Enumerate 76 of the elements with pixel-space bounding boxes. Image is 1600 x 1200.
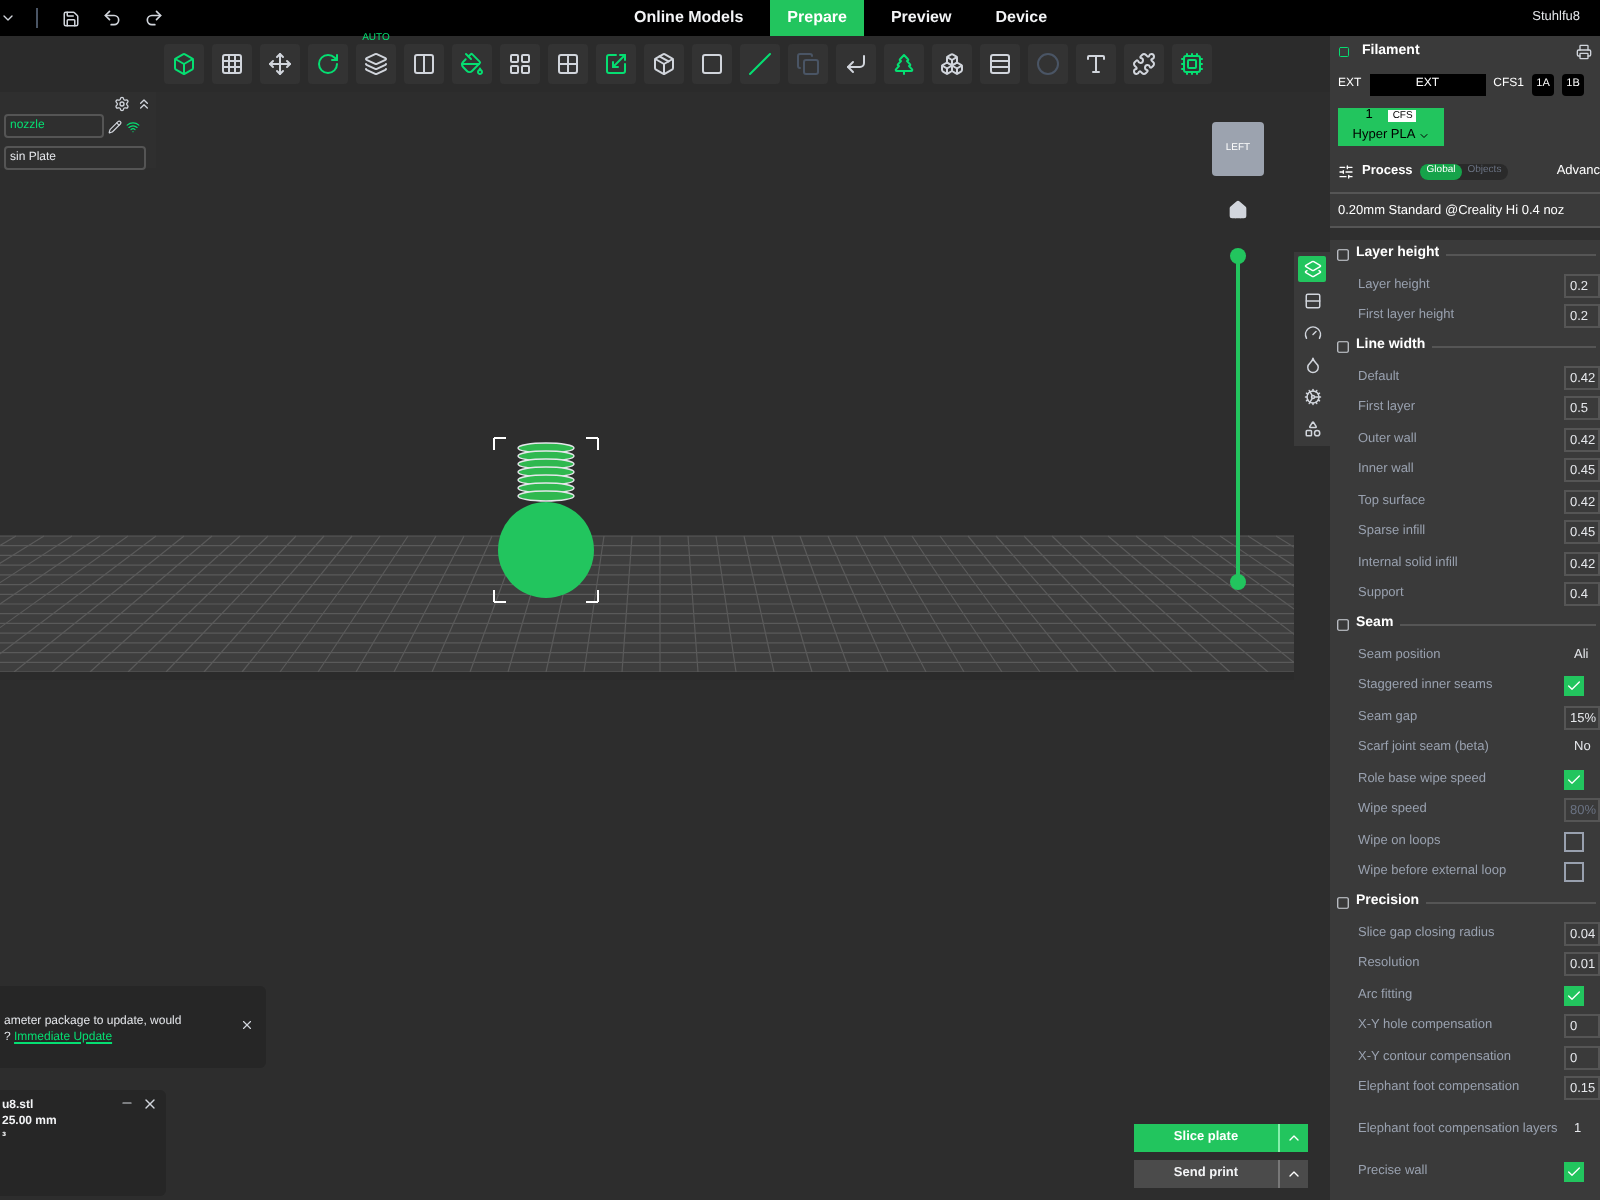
cube-icon [172, 52, 196, 76]
toolbar-button[interactable] [740, 44, 780, 84]
sliders-icon [1338, 164, 1354, 180]
check-icon [1566, 678, 1582, 695]
toolbar-button[interactable] [404, 44, 444, 84]
checkbox[interactable] [1564, 831, 1584, 852]
corner-icon [844, 52, 868, 76]
top-tab[interactable]: Online Models [616, 0, 762, 36]
top-tab[interactable]: Device [977, 0, 1066, 36]
undo-icon[interactable] [102, 8, 122, 28]
grid-icon [220, 52, 244, 76]
toolbar-button[interactable] [452, 44, 492, 84]
printer-icon[interactable] [1576, 44, 1592, 60]
boxes-icon [940, 52, 964, 76]
rows-icon [1303, 292, 1321, 310]
caret-icon [1417, 129, 1430, 142]
checkbox[interactable] [1564, 985, 1584, 1006]
toolbar-button[interactable] [644, 44, 684, 84]
check-icon [1566, 1163, 1582, 1180]
toolbar-button[interactable] [596, 44, 636, 84]
move-icon [268, 52, 292, 76]
puzzle-icon [1132, 52, 1156, 76]
scale-icon [604, 52, 628, 76]
toolbar-button[interactable] [212, 44, 252, 84]
toolbar-button[interactable] [164, 44, 204, 84]
edit-icon[interactable] [108, 119, 122, 133]
home-icon[interactable] [1228, 200, 1248, 220]
check-icon [1566, 987, 1582, 1004]
toolbar-button[interactable] [308, 44, 348, 84]
gear-icon [1303, 388, 1321, 406]
tree-icon [892, 52, 916, 76]
save-icon[interactable] [62, 9, 80, 27]
check-icon [1566, 771, 1582, 788]
toolbar-button[interactable] [1172, 44, 1212, 84]
copy-icon [796, 52, 820, 76]
close-icon[interactable] [142, 1096, 158, 1112]
gauge-icon [1303, 324, 1321, 342]
chip-icon [1180, 52, 1204, 76]
grid-squares-icon [556, 52, 580, 76]
droplet-icon [1303, 356, 1321, 374]
shapes-icon [1303, 420, 1321, 438]
caret-icon[interactable] [0, 10, 16, 26]
caret-icon [1286, 1130, 1302, 1146]
circle-icon [1036, 52, 1060, 76]
square-icon [700, 52, 724, 76]
columns-icon [412, 52, 436, 76]
toolbar-button[interactable] [836, 44, 876, 84]
toolbar-button[interactable] [692, 44, 732, 84]
toolbar-button[interactable] [884, 44, 924, 84]
top-tab[interactable]: Preview [872, 0, 970, 36]
toolbar-button[interactable] [548, 44, 588, 84]
toolbar-button[interactable] [1124, 44, 1164, 84]
layout-icon [508, 52, 532, 76]
letter-icon [1084, 52, 1108, 76]
minimize-icon[interactable] [120, 1096, 134, 1110]
package-icon [652, 52, 676, 76]
caret-icon [1286, 1166, 1302, 1182]
toolbar-button[interactable] [260, 44, 300, 84]
redo-icon[interactable] [144, 8, 164, 28]
wifi-icon [126, 119, 140, 133]
checkbox[interactable] [1564, 862, 1584, 883]
toolbar-button[interactable] [932, 44, 972, 84]
close-icon[interactable] [240, 1018, 254, 1032]
checkbox[interactable] [1564, 1161, 1584, 1182]
send-options-button[interactable] [1280, 1160, 1308, 1188]
toolbar-button[interactable] [500, 44, 540, 84]
rotate-icon [316, 52, 340, 76]
checkbox[interactable] [1564, 676, 1584, 697]
slash-icon [748, 52, 772, 76]
toolbar-button[interactable] [1076, 44, 1116, 84]
toolbar-button[interactable] [980, 44, 1020, 84]
paint-bucket-icon [460, 52, 484, 76]
rows-icon [988, 52, 1012, 76]
checkbox[interactable] [1564, 769, 1584, 790]
settings-icon[interactable] [114, 96, 130, 112]
collapse-icon[interactable] [136, 96, 152, 112]
